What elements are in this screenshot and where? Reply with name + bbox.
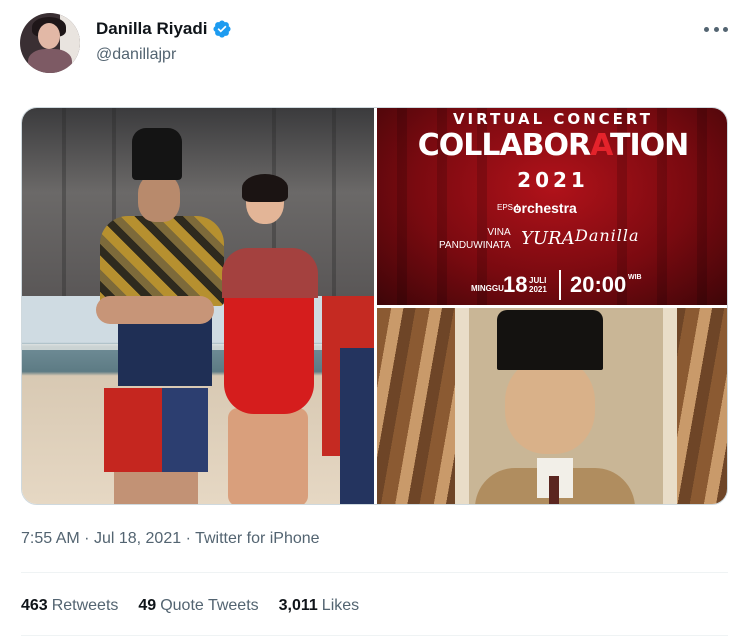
tweet-time[interactable]: 7:55 AM [21, 530, 80, 547]
tweet-stats: 463 Retweets 49 Quote Tweets 3,011 Likes [21, 597, 379, 615]
woman-swimsuit [224, 296, 314, 414]
curtain-fold [62, 108, 66, 296]
poster-day: 18 [503, 272, 528, 297]
more-dot [713, 26, 719, 32]
poster-month-name: JULI [529, 276, 547, 285]
tweet-timestamp: 7:55 AM · Jul 18, 2021 · Twitter for iPh… [21, 530, 320, 548]
poster-title: COLLABORATION [377, 128, 727, 163]
poster-month-year: 2021 [529, 285, 547, 294]
side-person-shorts [340, 348, 374, 504]
retweets-count: 463 [21, 597, 48, 614]
poster-title-accent: A [590, 128, 611, 163]
more-dot [723, 26, 728, 32]
poster-artist-vina: VINA PANDUWINATA [439, 226, 511, 252]
poster-orchestra: orchestra [513, 200, 577, 216]
woman-legs [228, 408, 308, 504]
poster-artist-first: VINA [487, 227, 511, 238]
poster-artist-last: PANDUWINATA [439, 240, 511, 251]
woman-hair [242, 174, 288, 202]
user-handle[interactable]: @danillajpr [96, 46, 176, 64]
poster-year: 2021 [517, 168, 589, 192]
verified-badge-icon [213, 20, 232, 38]
curtain-fold [332, 108, 336, 296]
retweets-label: Retweets [51, 597, 119, 614]
poster-artist-danilla: Danilla [575, 226, 640, 245]
portrait-hat [497, 310, 603, 370]
man-batik-shirt [100, 216, 224, 306]
man-legs [114, 468, 198, 504]
more-dot [704, 26, 709, 32]
portrait-tie [549, 476, 559, 504]
avatar-face [38, 23, 60, 49]
tweet-date[interactable]: Jul 18, 2021 [94, 530, 181, 547]
avatar[interactable] [20, 13, 80, 73]
meta-separator: · [84, 530, 90, 547]
name-row: Danilla Riyadi [96, 19, 232, 39]
tweet-header: Danilla Riyadi @danillajpr [20, 13, 730, 73]
poster-separator [559, 270, 561, 300]
poster-month: JULI 2021 [529, 276, 547, 294]
retweets-stat[interactable]: 463 Retweets [21, 597, 118, 615]
man-head [138, 174, 180, 222]
frame-right [663, 308, 677, 504]
more-icon[interactable] [704, 23, 728, 35]
poster-title-part: COLLABOR [417, 128, 591, 163]
quote-tweets-label: Quote Tweets [160, 597, 259, 614]
photo-portrait-hands[interactable] [377, 308, 727, 504]
display-name[interactable]: Danilla Riyadi [96, 19, 207, 39]
portrait-face [505, 358, 595, 454]
poster-day-name: MINGGU [471, 284, 504, 293]
man-arms [96, 296, 214, 324]
man-shorts-panel [162, 388, 208, 472]
photo-concert-poster[interactable]: VIRTUAL CONCERT COLLABORATION 2021 EPS 1… [377, 108, 727, 305]
avatar-body [28, 49, 72, 73]
poster-time: 20:00 [570, 272, 627, 297]
divider [21, 572, 728, 573]
likes-label: Likes [321, 597, 360, 614]
likes-count: 3,011 [278, 597, 318, 614]
poster-timezone: WIB [628, 274, 642, 281]
man-hat [132, 128, 182, 180]
tweet-source[interactable]: Twitter for iPhone [195, 530, 320, 547]
likes-stat[interactable]: 3,011 Likes [279, 597, 360, 615]
photo-beach-collage[interactable] [22, 108, 374, 504]
meta-separator: · [185, 530, 191, 547]
poster-title-part: TION [610, 128, 689, 163]
poster-subtitle: VIRTUAL CONCERT [452, 110, 654, 128]
quote-tweets-count: 49 [138, 597, 157, 614]
poster-artist-yura: YURA [521, 228, 575, 249]
woman-top [222, 248, 318, 298]
quote-tweets-stat[interactable]: 49 Quote Tweets [138, 597, 258, 615]
media-grid: VIRTUAL CONCERT COLLABORATION 2021 EPS 1… [21, 107, 728, 505]
frame-left [455, 308, 469, 504]
